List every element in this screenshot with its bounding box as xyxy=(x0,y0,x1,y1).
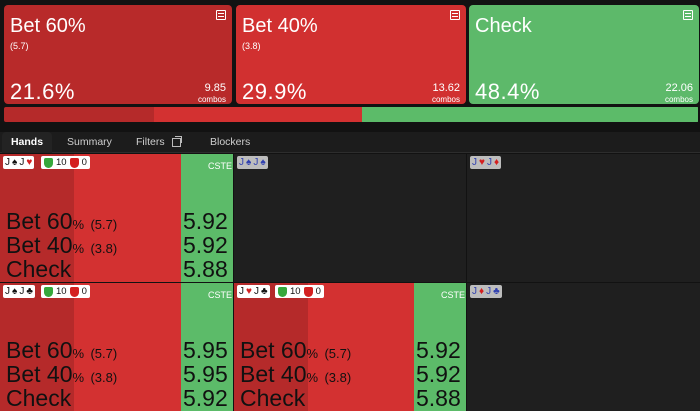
freq-segment-check xyxy=(361,107,699,122)
action-card-bet40[interactable]: Bet 40% (3.8) 29.9% 13.62 combos xyxy=(236,5,466,104)
hand-cell[interactable]: J ♠ J ♥ 10 0 CSTE Bet 60% (5.7) 5.92 Bet 40% (3.8… xyxy=(0,154,233,282)
hand-label: J ♦ J ♣ xyxy=(470,285,502,298)
rank-label: J xyxy=(472,157,477,168)
rank-label: J xyxy=(5,286,10,297)
equity-badge: 10 0 xyxy=(41,156,90,169)
rank-label: J xyxy=(486,286,492,297)
suit-icon: ♣ xyxy=(260,286,268,297)
hand-cell[interactable]: J ♠ J ♠ xyxy=(234,154,466,282)
cste-label: CSTE xyxy=(441,290,466,300)
frequency-bar xyxy=(4,107,699,122)
suit-icon: ♦ xyxy=(479,286,485,297)
rank-label: J xyxy=(486,157,492,168)
suit-icon: ♣ xyxy=(493,286,500,297)
hand-label: J ♥ J ♦ xyxy=(470,156,502,169)
hand-cell[interactable]: J ♦ J ♣ xyxy=(467,283,700,411)
tab-summary[interactable]: Summary xyxy=(67,132,112,153)
suit-icon: ♠ xyxy=(246,157,252,168)
shield-green-icon xyxy=(44,157,53,168)
action-ev: 5.88 xyxy=(183,256,228,282)
tab-blockers[interactable]: Blockers xyxy=(210,132,250,153)
hand-cell[interactable]: J ♥ J ♣ 10 0 CSTE Bet 60% (5.7) 5.92 Bet 40% (3.8… xyxy=(234,283,466,411)
rank-label: J xyxy=(253,286,259,297)
tab-filters[interactable]: Filters xyxy=(136,132,165,153)
hand-label: J ♥ J ♣ xyxy=(237,285,270,298)
action-ev: 5.95 xyxy=(183,361,228,387)
action-row: Check xyxy=(6,256,72,282)
tab-hands[interactable]: Hands xyxy=(2,132,52,153)
hand-cell[interactable]: J ♠ J ♣ 10 0 CSTE Bet 60% (5.7) 5.95 Bet 40% (3.8… xyxy=(0,283,233,411)
action-ev: 5.95 xyxy=(183,337,228,363)
equity-badge: 10 0 xyxy=(41,285,90,298)
copy-icon[interactable] xyxy=(172,136,182,147)
action-ev: 5.92 xyxy=(183,385,228,411)
rank-label: J xyxy=(239,286,244,297)
rank-label: J xyxy=(239,157,244,168)
action-row: Check xyxy=(6,385,72,411)
rank-label: J xyxy=(5,157,10,168)
action-size: (5.7) xyxy=(10,41,29,51)
tab-bar: Hands Summary Filters Blockers xyxy=(0,132,700,153)
shield-green-icon xyxy=(44,286,53,297)
freq-segment-bet60 xyxy=(4,107,155,122)
rank-label: J xyxy=(19,157,25,168)
action-name: Bet 40% xyxy=(242,15,318,37)
hand-label: J ♠ J ♣ xyxy=(3,285,35,298)
details-icon[interactable] xyxy=(216,10,226,20)
hand-label: J ♠ J ♥ xyxy=(3,156,35,169)
suit-icon: ♥ xyxy=(246,286,252,297)
action-ev: 5.92 xyxy=(416,337,461,363)
action-ev: 5.92 xyxy=(416,361,461,387)
action-card-bet60[interactable]: Bet 60% (5.7) 21.6% 9.85 combos xyxy=(4,5,232,104)
hand-cell[interactable]: J ♥ J ♦ xyxy=(467,154,700,282)
details-icon[interactable] xyxy=(450,10,460,20)
suit-icon: ♥ xyxy=(479,157,485,168)
action-frequency: 29.9% xyxy=(242,79,307,104)
suit-icon: ♠ xyxy=(12,157,18,168)
suit-icon: ♣ xyxy=(26,286,33,297)
action-name: Check xyxy=(475,15,532,37)
suit-icon: ♦ xyxy=(493,157,500,168)
action-name: Bet 60% xyxy=(10,15,86,37)
action-ev: 5.92 xyxy=(183,232,228,258)
action-combos: 9.85 combos xyxy=(197,82,226,105)
hand-label: J ♠ J ♠ xyxy=(237,156,268,169)
rank-label: J xyxy=(19,286,25,297)
action-frequency: 48.4% xyxy=(475,79,540,104)
suit-icon: ♠ xyxy=(260,157,266,168)
suit-icon: ♠ xyxy=(12,286,18,297)
shield-red-icon xyxy=(69,286,79,297)
freq-segment-bet40 xyxy=(154,107,362,122)
action-combos: 22.06 combos xyxy=(664,82,693,105)
action-frequency: 21.6% xyxy=(10,79,75,104)
shield-green-icon xyxy=(278,286,287,297)
equity-badge: 10 0 xyxy=(275,285,324,298)
shield-red-icon xyxy=(69,157,79,168)
cste-label: CSTE xyxy=(208,290,233,300)
suit-icon: ♥ xyxy=(26,157,33,168)
action-combos: 13.62 combos xyxy=(431,82,460,105)
rank-label: J xyxy=(253,157,259,168)
action-ev: 5.92 xyxy=(183,208,228,234)
action-ev: 5.88 xyxy=(416,385,461,411)
action-size: (3.8) xyxy=(242,41,261,51)
details-icon[interactable] xyxy=(683,10,693,20)
rank-label: J xyxy=(472,286,477,297)
shield-red-icon xyxy=(303,286,313,297)
action-row: Check xyxy=(240,385,306,411)
action-card-check[interactable]: Check 48.4% 22.06 combos xyxy=(469,5,699,104)
cste-label: CSTE xyxy=(208,161,233,171)
